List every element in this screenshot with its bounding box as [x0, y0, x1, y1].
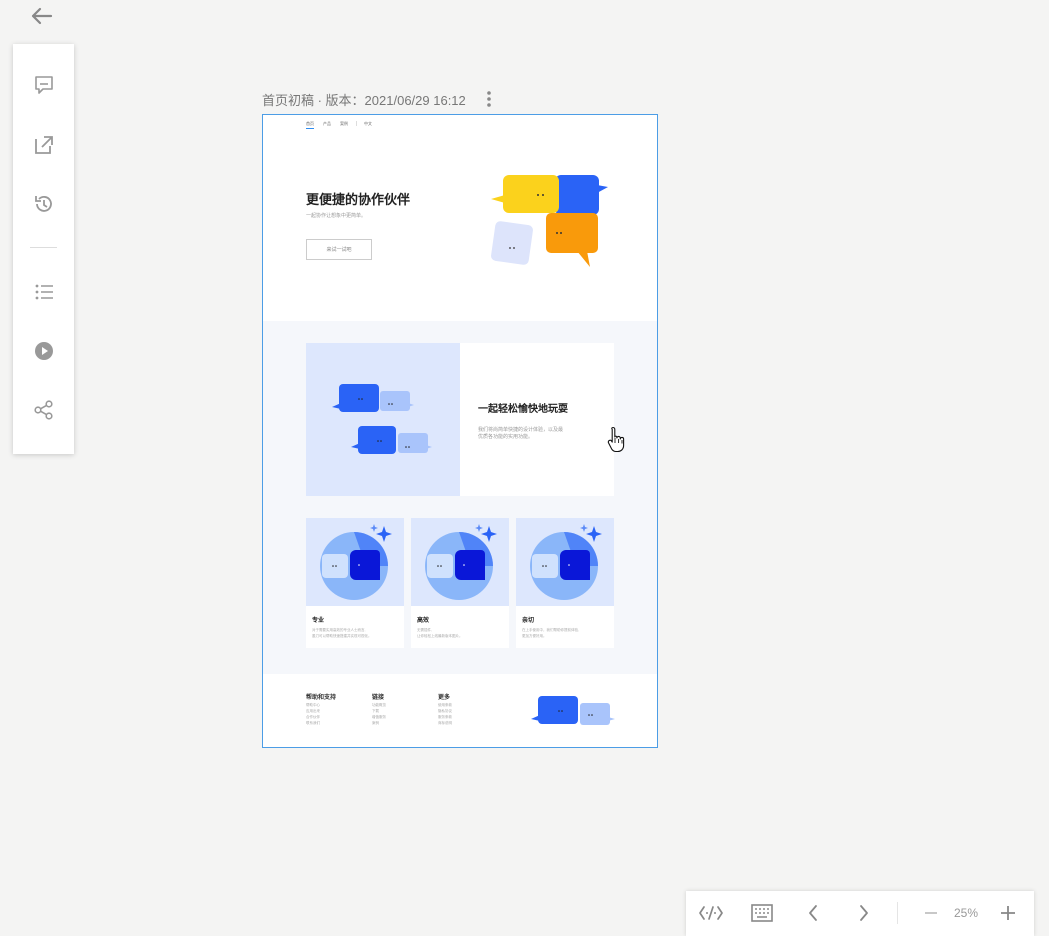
artboard-more-button[interactable]: [480, 88, 498, 110]
share-icon: [33, 400, 53, 420]
card-image: [306, 518, 404, 606]
card-image: [516, 518, 614, 606]
zoom-out-button[interactable]: [918, 899, 944, 927]
card-desc-line1: 对于需要实用高效的专业人士而言,: [312, 628, 366, 632]
card-title: 专业: [312, 618, 325, 624]
zoom-in-button[interactable]: [995, 899, 1021, 927]
minus-icon: [925, 912, 937, 914]
card-title: 亲切: [522, 618, 535, 624]
play-button[interactable]: [13, 331, 74, 371]
zoom-toolbar: 25%: [686, 891, 1034, 936]
comment-icon: [34, 76, 53, 94]
artboard-preview[interactable]: 首页 产品 案例 中文 更便捷的协作伙伴 一起协作让想象中更简单。 来试一试吧: [262, 114, 658, 748]
footer-item: 商标说明: [438, 721, 452, 725]
zoombar-divider: [897, 902, 898, 924]
feature-image: [306, 343, 460, 496]
share-button[interactable]: [13, 390, 74, 430]
card-illustration: [425, 524, 497, 600]
code-icon: [699, 906, 723, 920]
design-feature-desc-line2: 优质各功能的实用功能。: [478, 434, 534, 440]
footer-heading: 链接: [372, 695, 385, 701]
footer-item: 合作伙伴: [306, 715, 320, 719]
external-link-icon: [34, 136, 53, 154]
footer-item: 使用条款: [438, 703, 452, 707]
more-vertical-icon: [487, 91, 491, 107]
design-nav-cases: 案例: [340, 121, 348, 126]
footer-item: 服务条款: [438, 715, 452, 719]
hero-illustration: [491, 175, 608, 267]
design-nav-underline: [306, 128, 314, 129]
hand-cursor-icon: [607, 426, 625, 453]
footer-item: 联系我们: [306, 721, 320, 725]
footer-item: 增值服务: [372, 715, 386, 719]
card-illustration: [530, 524, 602, 600]
play-icon: [34, 342, 53, 360]
card-desc-line2: 墨刀可以帮助快速搭建并实现可视化。: [312, 634, 372, 638]
footer-item: 案例: [372, 721, 379, 725]
footer-item: 隐私协议: [438, 709, 452, 713]
design-card-friendly: 亲切 在上手使用中，我们帮助你提前体验, 更加方便好用。: [516, 518, 614, 648]
footer-heading: 更多: [438, 695, 451, 701]
card-desc-line2: 让你轻松上线最新版本图片。: [417, 634, 463, 638]
card-desc-line2: 更加方便好用。: [522, 634, 547, 638]
arrow-left-icon: [31, 7, 53, 25]
design-nav-product: 产品: [323, 121, 331, 126]
design-feature-card: [306, 343, 614, 496]
history-button[interactable]: [13, 184, 74, 224]
back-button[interactable]: [26, 2, 56, 30]
design-card-efficient: 高效 无需插件, 让你轻松上线最新版本图片。: [411, 518, 509, 648]
card-desc-line1: 无需插件,: [417, 628, 432, 632]
left-toolbar: [13, 44, 74, 454]
footer-item: 帮助中心: [306, 703, 320, 707]
keyboard-icon: [751, 904, 773, 922]
plus-icon: [1001, 906, 1015, 920]
design-hero-button: 来试一试吧: [306, 239, 372, 260]
card-image: [411, 518, 509, 606]
list-icon: [35, 284, 53, 300]
keyboard-shortcuts-button[interactable]: [747, 899, 777, 927]
design-nav-language: 中文: [364, 121, 372, 126]
open-external-button[interactable]: [13, 125, 74, 165]
footer-illustration: [531, 696, 615, 725]
toolbar-divider: [30, 247, 57, 248]
footer-item: 下载: [372, 709, 379, 713]
zoom-level: 25%: [954, 906, 979, 920]
footer-item: 功能概览: [372, 703, 386, 707]
previous-page-button[interactable]: [798, 899, 828, 927]
outline-list-button[interactable]: [13, 272, 74, 312]
feature-illustration: [332, 384, 432, 454]
code-mode-button[interactable]: [696, 899, 726, 927]
design-nav-home: 首页: [306, 121, 314, 126]
card-desc-line1: 在上手使用中，我们帮助你提前体验,: [522, 628, 579, 632]
design-hero-subtitle: 一起协作让想象中更简单。: [306, 213, 367, 219]
design-card-pro: 专业 对于需要实用高效的专业人士而言, 墨刀可以帮助快速搭建并实现可视化。: [306, 518, 404, 648]
footer-item: 应用出来: [306, 709, 320, 713]
next-page-button[interactable]: [849, 899, 879, 927]
design-nav-divider: [356, 121, 357, 126]
comment-button[interactable]: [13, 65, 74, 105]
card-title: 高效: [417, 618, 430, 624]
footer-heading: 帮助和支持: [306, 695, 337, 701]
history-icon: [34, 196, 52, 212]
chevron-left-icon: [809, 905, 817, 921]
design-feature-title: 一起轻松愉快地玩耍: [478, 404, 568, 415]
design-hero-title: 更便捷的协作伙伴: [306, 192, 411, 207]
artboard-title: 首页初稿 · 版本：2021/06/29 16:12: [262, 93, 466, 108]
card-illustration: [320, 524, 392, 600]
design-feature-desc-line1: 我们将尚简单快捷的设计体验，以及最: [478, 427, 564, 433]
chevron-right-icon: [860, 905, 868, 921]
